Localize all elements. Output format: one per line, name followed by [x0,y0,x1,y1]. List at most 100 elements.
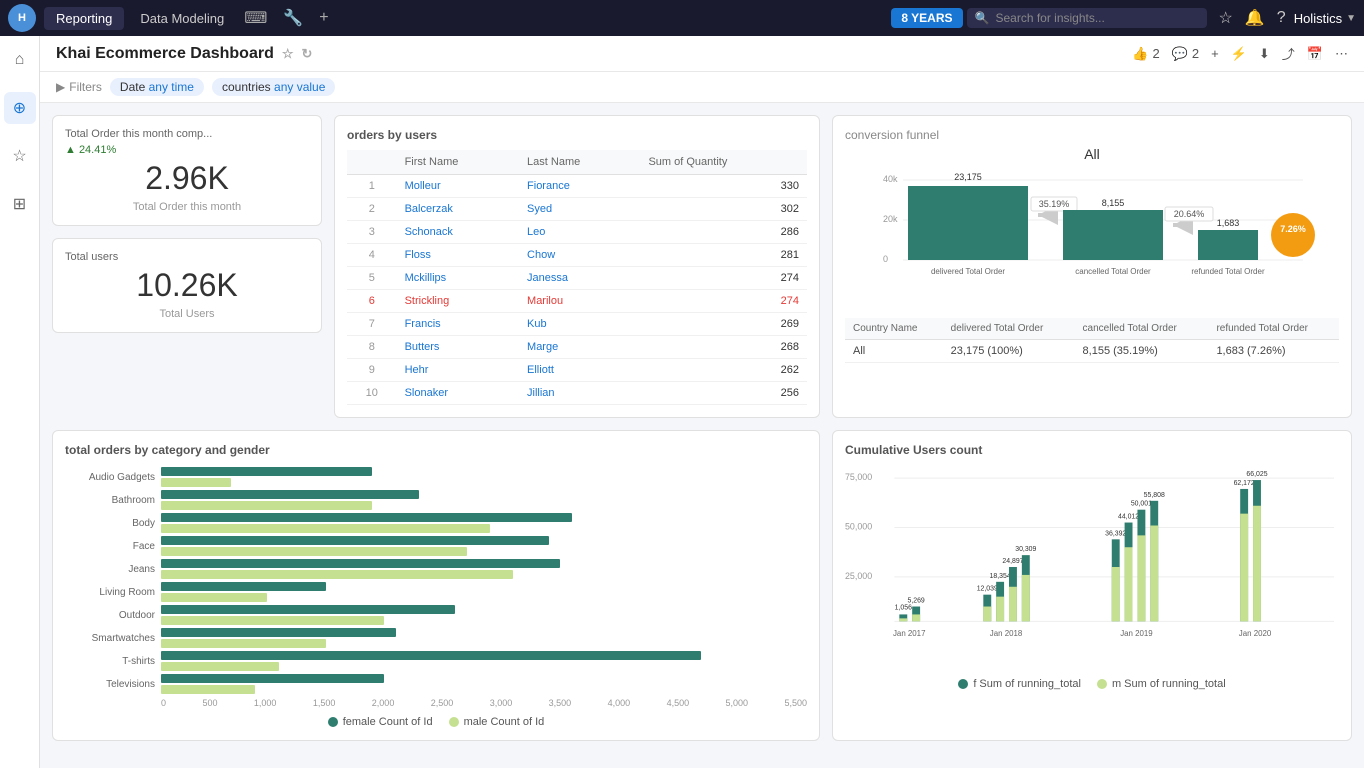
svg-text:Jan 2018: Jan 2018 [990,629,1023,638]
svg-text:50,000: 50,000 [845,521,872,531]
cumulative-chart-title: Cumulative Users count [845,443,1339,457]
row-lastname[interactable]: Marilou [519,290,640,313]
search-input[interactable] [995,11,1198,25]
hbar-label: Body [65,518,155,529]
filter-bar: ▶ Filters Date any time countries any va… [40,72,1364,103]
funnel-data-table: Country Name delivered Total Order cance… [845,318,1339,363]
funnel-chart-area: 40k 20k 0 23,175 35.19 [845,170,1339,310]
kpi2-sub: Total Users [65,308,309,320]
sidebar-item-home[interactable]: ⌂ [4,44,36,76]
row-lastname[interactable]: Marge [519,336,640,359]
filter-chip-countries-key: countries [222,80,271,94]
row-qty: 256 [640,382,807,405]
add-action[interactable]: + [1211,46,1219,61]
hbar-label: T-shirts [65,656,155,667]
star-icon[interactable]: ☆ [1219,8,1233,28]
legend-cum-female: f Sum of running_total [958,678,1081,690]
row-lastname[interactable]: Syed [519,198,640,221]
hbar-category-row: Body [65,513,807,533]
notifications-icon[interactable]: 🔔 [1245,8,1265,28]
hbar-female [161,582,326,591]
row-lastname[interactable]: Chow [519,244,640,267]
svg-text:Jan 2020: Jan 2020 [1239,629,1272,638]
help-icon[interactable]: ? [1277,9,1286,27]
kpi-total-order: Total Order this month comp... ▲ 24.41% … [52,115,322,226]
legend-cum-male-label: m Sum of running_total [1112,678,1226,690]
years-badge-button[interactable]: 8 YEARS [891,8,962,28]
row-firstname[interactable]: Slonaker [397,382,519,405]
hbar-male [161,547,467,556]
bookmark-icon[interactable]: ☆ [282,46,294,62]
row-idx: 7 [347,313,397,336]
tab-reporting[interactable]: Reporting [44,7,124,30]
row-firstname[interactable]: Schonack [397,221,519,244]
filter-chip-date-val: any time [149,80,194,94]
row-firstname[interactable]: Floss [397,244,519,267]
row-idx: 8 [347,336,397,359]
hbar-male [161,501,372,510]
svg-text:delivered Total Order: delivered Total Order [931,267,1005,276]
hbar-label: Living Room [65,587,155,598]
kpi2-title: Total users [65,251,309,263]
row-idx: 6 [347,290,397,313]
like-action[interactable]: 👍 2 [1132,46,1159,62]
add-icon[interactable]: + [315,5,332,31]
filter-chip-countries[interactable]: countries any value [212,78,335,96]
hbar-category-row: Living Room [65,582,807,602]
kpi1-change: ▲ 24.41% [65,144,309,156]
comment-action[interactable]: 💬 2 [1172,46,1199,62]
sidebar-item-favorites[interactable]: ☆ [4,140,36,172]
row-firstname[interactable]: Strickling [397,290,519,313]
row-idx: 5 [347,267,397,290]
download-action[interactable]: ⬇ [1259,46,1270,62]
row-firstname[interactable]: Molleur [397,175,519,198]
row-firstname[interactable]: Hehr [397,359,519,382]
hbar-male [161,662,279,671]
row-firstname[interactable]: Butters [397,336,519,359]
row-lastname[interactable]: Elliott [519,359,640,382]
like-count: 2 [1152,46,1159,61]
row-qty: 269 [640,313,807,336]
orders-table: First Name Last Name Sum of Quantity 1 M… [347,150,807,405]
row-lastname[interactable]: Kub [519,313,640,336]
filter-chevron-icon[interactable]: ▶ [56,80,65,94]
hbar-category-row: Smartwatches [65,628,807,648]
hbar-male [161,616,384,625]
tab-data-modeling[interactable]: Data Modeling [128,7,236,30]
sidebar-item-search[interactable]: ⊕ [4,92,36,124]
more-action[interactable]: ⋯ [1335,46,1348,62]
schedule-action[interactable]: 📅 [1307,46,1323,62]
funnel-table-row: All 23,175 (100%) 8,155 (35.19%) 1,683 (… [845,340,1339,363]
funnel-row-delivered: 23,175 (100%) [943,340,1075,363]
filter-chip-date[interactable]: Date any time [110,78,204,96]
hbar-chart: Audio Gadgets Bathroom Body Face Jeans L… [65,467,807,694]
share-action[interactable]: ⤴ [1282,44,1295,63]
funnel-subtitle: All [845,146,1339,162]
comment-count: 2 [1192,46,1199,61]
share-icon: ⤴ [1282,44,1295,63]
row-firstname[interactable]: Balcerzak [397,198,519,221]
table-row: 7 Francis Kub 269 [347,313,807,336]
fcol-country: Country Name [845,318,943,340]
row-lastname[interactable]: Janessa [519,267,640,290]
row-lastname[interactable]: Fiorance [519,175,640,198]
row-idx: 2 [347,198,397,221]
hbar-male [161,685,255,694]
user-dropdown-icon[interactable]: ▼ [1346,13,1356,24]
hbar-bars [161,490,807,510]
row-firstname[interactable]: Mckillips [397,267,519,290]
settings-icon[interactable]: 🔧 [279,4,307,32]
row-lastname[interactable]: Leo [519,221,640,244]
page-title: Khai Ecommerce Dashboard [56,45,274,63]
user-menu[interactable]: Holistics [1294,11,1342,26]
row-firstname[interactable]: Francis [397,313,519,336]
refresh-icon[interactable]: ↻ [302,46,313,62]
terminal-icon[interactable]: ⌨ [240,4,271,32]
hbar-female [161,467,372,476]
row-lastname[interactable]: Jillian [519,382,640,405]
svg-text:0: 0 [883,254,888,264]
svg-text:8,155: 8,155 [1102,198,1125,208]
filter-action[interactable]: ⚡ [1231,46,1247,62]
sidebar-item-dashboards[interactable]: ⊞ [4,188,36,220]
row-qty: 274 [640,290,807,313]
